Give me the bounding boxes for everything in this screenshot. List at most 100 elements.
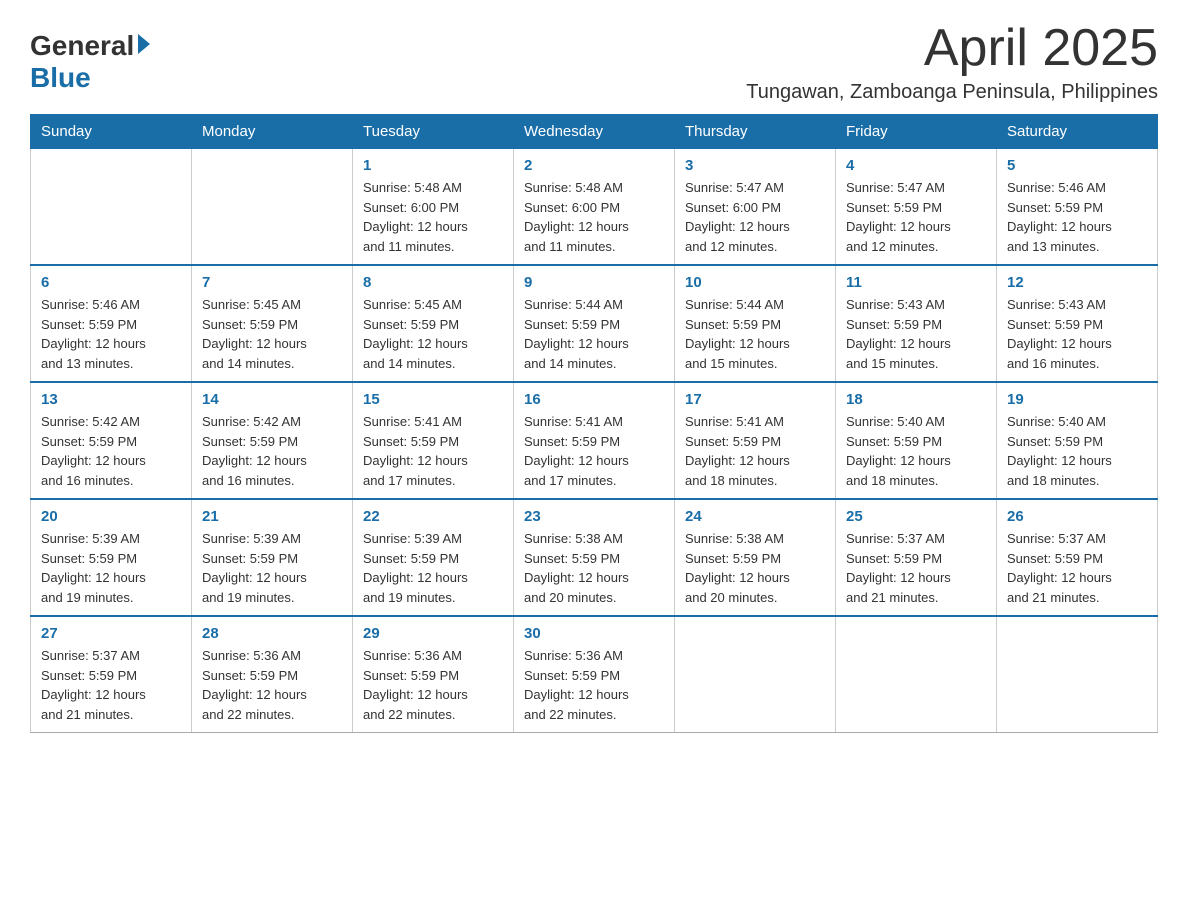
day-info: Sunrise: 5:48 AM Sunset: 6:00 PM Dayligh… xyxy=(363,178,503,256)
calendar-cell: 5 Sunrise: 5:46 AM Sunset: 5:59 PM Daylig… xyxy=(997,149,1158,266)
calendar-cell: 19 Sunrise: 5:40 AM Sunset: 5:59 PM Dayli… xyxy=(997,382,1158,499)
day-number: 14 xyxy=(202,391,342,408)
weekday-header-friday: Friday xyxy=(836,115,997,149)
day-number: 9 xyxy=(524,274,664,291)
calendar-week-row: 1Sunrise: 5:48 AM Sunset: 6:00 PM Daylig… xyxy=(31,149,1158,266)
day-info: Sunrise: 5:40 AM Sunset: 5:59 PM Dayligh… xyxy=(1007,412,1147,490)
day-info: Sunrise: 5:38 AM Sunset: 5:59 PM Dayligh… xyxy=(524,529,664,607)
weekday-header-wednesday: Wednesday xyxy=(514,115,675,149)
calendar-cell: 22 Sunrise: 5:39 AM Sunset: 5:59 PM Dayli… xyxy=(353,499,514,616)
day-number: 22 xyxy=(363,508,503,525)
day-number: 13 xyxy=(41,391,181,408)
day-info: Sunrise: 5:41 AM Sunset: 5:59 PM Dayligh… xyxy=(363,412,503,490)
weekday-header-saturday: Saturday xyxy=(997,115,1158,149)
calendar-cell: 4 Sunrise: 5:47 AM Sunset: 5:59 PM Daylig… xyxy=(836,149,997,266)
calendar-header: SundayMondayTuesdayWednesdayThursdayFrid… xyxy=(31,115,1158,149)
day-info: Sunrise: 5:40 AM Sunset: 5:59 PM Dayligh… xyxy=(846,412,986,490)
calendar-body: 1Sunrise: 5:48 AM Sunset: 6:00 PM Daylig… xyxy=(31,149,1158,733)
subtitle: Tungawan, Zamboanga Peninsula, Philippin… xyxy=(746,81,1158,104)
calendar-cell: 27 Sunrise: 5:37 AM Sunset: 5:59 PM Dayli… xyxy=(31,616,192,733)
weekday-header-row: SundayMondayTuesdayWednesdayThursdayFrid… xyxy=(31,115,1158,149)
day-info: Sunrise: 5:37 AM Sunset: 5:59 PM Dayligh… xyxy=(846,529,986,607)
day-info: Sunrise: 5:37 AM Sunset: 5:59 PM Dayligh… xyxy=(41,646,181,724)
calendar-cell: 3 Sunrise: 5:47 AM Sunset: 6:00 PM Daylig… xyxy=(675,149,836,266)
calendar-cell: 2Sunrise: 5:48 AM Sunset: 6:00 PM Daylig… xyxy=(514,149,675,266)
weekday-header-monday: Monday xyxy=(192,115,353,149)
day-number: 4 xyxy=(846,157,986,174)
day-number: 16 xyxy=(524,391,664,408)
calendar-cell: 1Sunrise: 5:48 AM Sunset: 6:00 PM Daylig… xyxy=(353,149,514,266)
day-number: 5 xyxy=(1007,157,1147,174)
day-info: Sunrise: 5:41 AM Sunset: 5:59 PM Dayligh… xyxy=(685,412,825,490)
day-number: 30 xyxy=(524,625,664,642)
calendar-week-row: 13Sunrise: 5:42 AM Sunset: 5:59 PM Dayli… xyxy=(31,382,1158,499)
day-info: Sunrise: 5:46 AM Sunset: 5:59 PM Dayligh… xyxy=(41,295,181,373)
day-number: 12 xyxy=(1007,274,1147,291)
calendar-cell: 21Sunrise: 5:39 AM Sunset: 5:59 PM Dayli… xyxy=(192,499,353,616)
calendar-cell: 25Sunrise: 5:37 AM Sunset: 5:59 PM Dayli… xyxy=(836,499,997,616)
calendar-cell: 14Sunrise: 5:42 AM Sunset: 5:59 PM Dayli… xyxy=(192,382,353,499)
day-info: Sunrise: 5:44 AM Sunset: 5:59 PM Dayligh… xyxy=(685,295,825,373)
calendar-week-row: 6Sunrise: 5:46 AM Sunset: 5:59 PM Daylig… xyxy=(31,265,1158,382)
day-number: 29 xyxy=(363,625,503,642)
day-info: Sunrise: 5:44 AM Sunset: 5:59 PM Dayligh… xyxy=(524,295,664,373)
calendar-week-row: 27 Sunrise: 5:37 AM Sunset: 5:59 PM Dayli… xyxy=(31,616,1158,733)
day-info: Sunrise: 5:43 AM Sunset: 5:59 PM Dayligh… xyxy=(1007,295,1147,373)
calendar-cell xyxy=(836,616,997,733)
day-number: 23 xyxy=(524,508,664,525)
day-number: 8 xyxy=(363,274,503,291)
calendar-cell: 28 Sunrise: 5:36 AM Sunset: 5:59 PM Dayli… xyxy=(192,616,353,733)
day-number: 20 xyxy=(41,508,181,525)
calendar-cell: 12 Sunrise: 5:43 AM Sunset: 5:59 PM Dayli… xyxy=(997,265,1158,382)
logo: General Blue xyxy=(30,20,150,94)
day-info: Sunrise: 5:47 AM Sunset: 5:59 PM Dayligh… xyxy=(846,178,986,256)
day-number: 24 xyxy=(685,508,825,525)
calendar-cell: 11 Sunrise: 5:43 AM Sunset: 5:59 PM Dayli… xyxy=(836,265,997,382)
calendar-cell: 7 Sunrise: 5:45 AM Sunset: 5:59 PM Daylig… xyxy=(192,265,353,382)
calendar-cell: 6Sunrise: 5:46 AM Sunset: 5:59 PM Daylig… xyxy=(31,265,192,382)
calendar-week-row: 20 Sunrise: 5:39 AM Sunset: 5:59 PM Dayli… xyxy=(31,499,1158,616)
calendar-cell: 20 Sunrise: 5:39 AM Sunset: 5:59 PM Dayli… xyxy=(31,499,192,616)
day-number: 19 xyxy=(1007,391,1147,408)
day-info: Sunrise: 5:45 AM Sunset: 5:59 PM Dayligh… xyxy=(202,295,342,373)
day-number: 11 xyxy=(846,274,986,291)
calendar-cell: 18 Sunrise: 5:40 AM Sunset: 5:59 PM Dayli… xyxy=(836,382,997,499)
day-number: 7 xyxy=(202,274,342,291)
day-number: 26 xyxy=(1007,508,1147,525)
calendar-cell: 24 Sunrise: 5:38 AM Sunset: 5:59 PM Dayli… xyxy=(675,499,836,616)
day-info: Sunrise: 5:38 AM Sunset: 5:59 PM Dayligh… xyxy=(685,529,825,607)
calendar-cell: 29 Sunrise: 5:36 AM Sunset: 5:59 PM Dayli… xyxy=(353,616,514,733)
calendar-cell xyxy=(997,616,1158,733)
day-info: Sunrise: 5:36 AM Sunset: 5:59 PM Dayligh… xyxy=(524,646,664,724)
day-number: 17 xyxy=(685,391,825,408)
day-info: Sunrise: 5:43 AM Sunset: 5:59 PM Dayligh… xyxy=(846,295,986,373)
calendar-cell: 30 Sunrise: 5:36 AM Sunset: 5:59 PM Dayli… xyxy=(514,616,675,733)
day-info: Sunrise: 5:47 AM Sunset: 6:00 PM Dayligh… xyxy=(685,178,825,256)
calendar-cell: 13Sunrise: 5:42 AM Sunset: 5:59 PM Dayli… xyxy=(31,382,192,499)
day-number: 10 xyxy=(685,274,825,291)
day-info: Sunrise: 5:37 AM Sunset: 5:59 PM Dayligh… xyxy=(1007,529,1147,607)
day-info: Sunrise: 5:36 AM Sunset: 5:59 PM Dayligh… xyxy=(363,646,503,724)
logo-arrow-icon xyxy=(138,34,150,54)
weekday-header-thursday: Thursday xyxy=(675,115,836,149)
day-number: 28 xyxy=(202,625,342,642)
calendar-cell: 10 Sunrise: 5:44 AM Sunset: 5:59 PM Dayli… xyxy=(675,265,836,382)
day-info: Sunrise: 5:39 AM Sunset: 5:59 PM Dayligh… xyxy=(363,529,503,607)
day-info: Sunrise: 5:48 AM Sunset: 6:00 PM Dayligh… xyxy=(524,178,664,256)
calendar-cell xyxy=(675,616,836,733)
logo-blue-text: Blue xyxy=(30,62,91,94)
logo-general-text: General xyxy=(30,30,134,62)
weekday-header-sunday: Sunday xyxy=(31,115,192,149)
day-number: 18 xyxy=(846,391,986,408)
calendar-cell: 8 Sunrise: 5:45 AM Sunset: 5:59 PM Daylig… xyxy=(353,265,514,382)
calendar-table: SundayMondayTuesdayWednesdayThursdayFrid… xyxy=(30,114,1158,733)
calendar-cell xyxy=(192,149,353,266)
day-number: 27 xyxy=(41,625,181,642)
day-info: Sunrise: 5:46 AM Sunset: 5:59 PM Dayligh… xyxy=(1007,178,1147,256)
day-number: 3 xyxy=(685,157,825,174)
calendar-cell: 26 Sunrise: 5:37 AM Sunset: 5:59 PM Dayli… xyxy=(997,499,1158,616)
day-info: Sunrise: 5:45 AM Sunset: 5:59 PM Dayligh… xyxy=(363,295,503,373)
weekday-header-tuesday: Tuesday xyxy=(353,115,514,149)
day-info: Sunrise: 5:39 AM Sunset: 5:59 PM Dayligh… xyxy=(41,529,181,607)
day-info: Sunrise: 5:36 AM Sunset: 5:59 PM Dayligh… xyxy=(202,646,342,724)
